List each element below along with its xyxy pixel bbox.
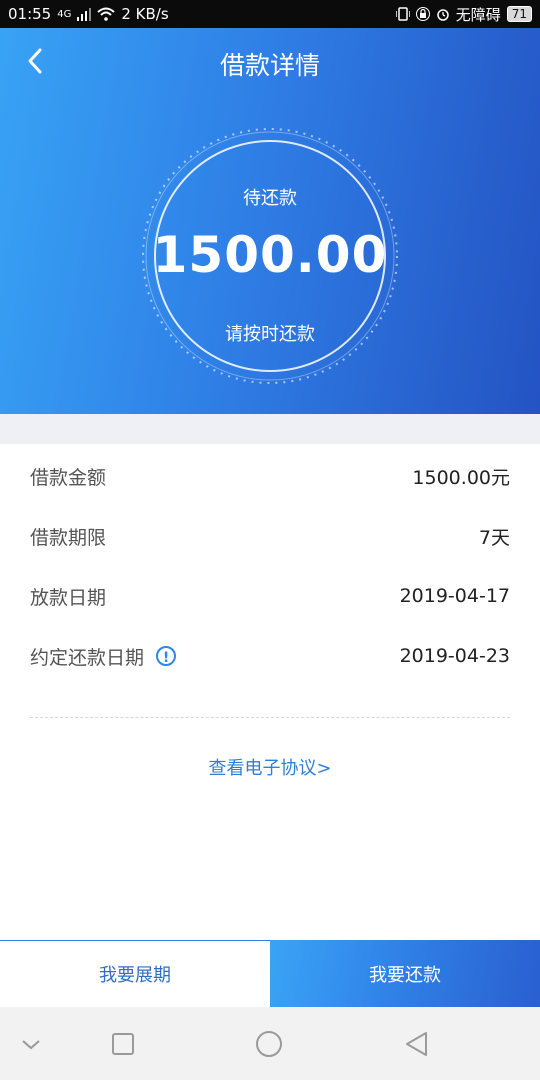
detail-label: 借款金额 xyxy=(30,466,107,489)
detail-row-amount: 借款金额 1500.00元 xyxy=(30,446,510,506)
detail-label-group: 约定还款日期 ! xyxy=(30,643,177,670)
chevron-down-icon xyxy=(22,1040,40,1050)
detail-label: 约定还款日期 xyxy=(30,646,145,669)
status-time: 01:55 xyxy=(8,5,52,23)
nav-recents-button[interactable] xyxy=(108,1029,138,1059)
wifi-icon xyxy=(97,7,116,21)
section-divider xyxy=(0,414,540,444)
detail-value: 1500.00元 xyxy=(412,466,510,489)
extend-button[interactable]: 我要展期 xyxy=(0,940,270,1007)
repay-reminder: 请按时还款 xyxy=(225,324,315,345)
circle-icon xyxy=(256,1031,282,1057)
loan-details: 借款金额 1500.00元 借款期限 7天 放款日期 2019-04-17 约定… xyxy=(30,446,510,686)
detail-label: 放款日期 xyxy=(30,586,107,609)
accessibility-label: 无障碍 xyxy=(455,5,501,24)
dashed-divider xyxy=(30,717,510,718)
triangle-left-icon xyxy=(406,1032,427,1056)
lock-icon xyxy=(415,7,430,21)
page-title: 借款详情 xyxy=(219,51,320,80)
detail-row-due-date: 约定还款日期 ! 2019-04-23 xyxy=(30,626,510,686)
detail-value: 2019-04-23 xyxy=(399,645,510,667)
battery-icon: 71 xyxy=(506,6,532,22)
detail-row-term: 借款期限 7天 xyxy=(30,506,510,566)
alarm-icon xyxy=(436,9,449,21)
nav-home-button[interactable] xyxy=(254,1029,284,1059)
amount-ring: 待还款 1500.00 请按时还款 xyxy=(140,126,400,386)
loan-header: 借款详情 待还款 1500.00 请按时还款 xyxy=(0,28,540,414)
pending-label: 待还款 xyxy=(243,188,297,209)
detail-value: 2019-04-17 xyxy=(399,585,510,607)
vibrate-icon xyxy=(395,7,410,21)
detail-label: 借款期限 xyxy=(30,526,107,549)
detail-row-disburse-date: 放款日期 2019-04-17 xyxy=(30,566,510,626)
info-icon[interactable]: ! xyxy=(156,646,177,666)
status-bar: 01:55 4G 2 KB/s 无障碍 71 xyxy=(0,0,540,28)
system-nav-bar xyxy=(0,1007,540,1080)
action-bar: 我要展期 我要还款 xyxy=(0,940,540,1007)
nav-back-button[interactable] xyxy=(402,1029,432,1059)
pending-amount: 1500.00 xyxy=(152,226,388,284)
network-speed: 2 KB/s xyxy=(121,5,169,23)
repay-button[interactable]: 我要还款 xyxy=(270,940,540,1007)
square-icon xyxy=(112,1033,134,1055)
nav-hide-button[interactable] xyxy=(16,1029,46,1059)
view-agreement-link[interactable]: 查看电子协议> xyxy=(0,754,540,780)
network-indicator: 4G xyxy=(57,8,72,20)
detail-value: 7天 xyxy=(478,526,510,549)
signal-icon xyxy=(77,8,92,21)
